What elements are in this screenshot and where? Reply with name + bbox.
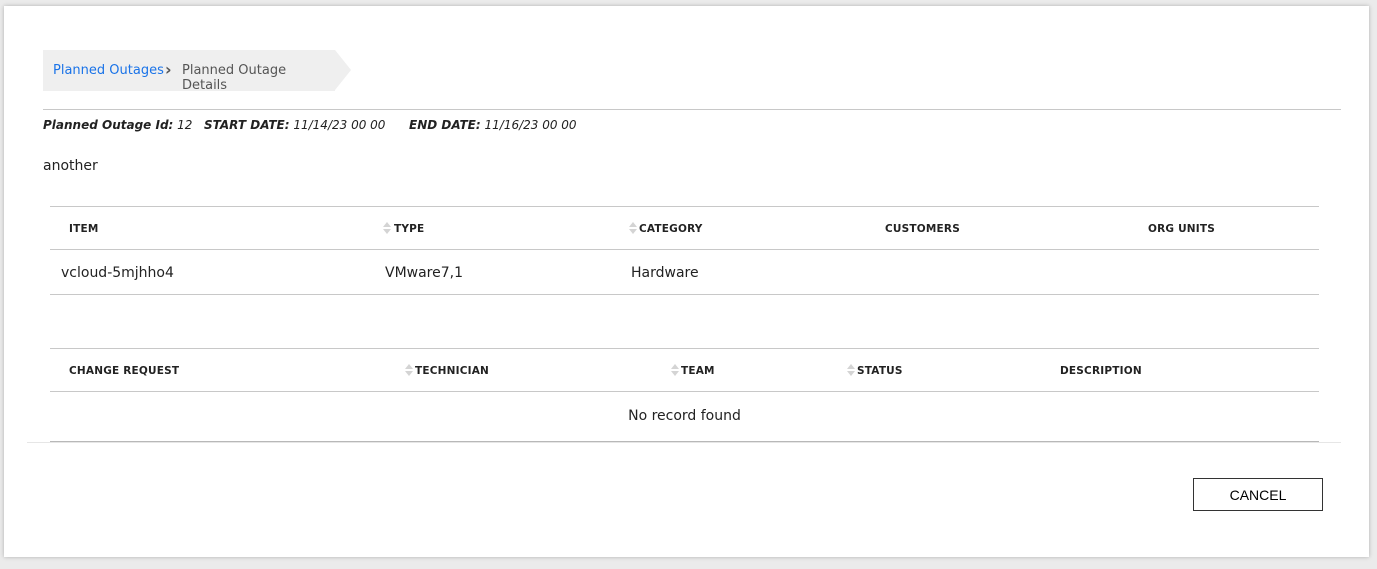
header-technician[interactable]: TECHNICIAN (415, 365, 489, 377)
cell-item: vcloud-5mjhho4 (61, 265, 174, 281)
outage-id: Planned Outage Id: 12 (43, 118, 192, 132)
breadcrumb: Planned Outages › Planned Outage Details (43, 50, 351, 93)
cell-category: Hardware (631, 265, 699, 281)
divider (43, 109, 1341, 110)
cell-type: VMware7,1 (385, 265, 464, 281)
breadcrumb-planned-outages-link[interactable]: Planned Outages (53, 63, 164, 78)
sort-icon[interactable] (383, 222, 391, 236)
items-table: ITEM TYPE CATEGORY CUSTOMERS ORG UNITS v… (50, 206, 1319, 296)
sort-icon[interactable] (671, 364, 679, 378)
header-description: DESCRIPTION (1060, 365, 1142, 377)
cancel-button[interactable]: CANCEL (1193, 478, 1323, 511)
breadcrumb-current: Planned Outage Details (182, 63, 287, 93)
start-date-value: 11/14/23 00 00 (293, 118, 386, 132)
chevron-right-icon: › (165, 60, 172, 79)
planned-outage-details-card: Planned Outages › Planned Outage Details… (4, 6, 1369, 557)
header-status[interactable]: STATUS (857, 365, 903, 377)
end-date-label: END DATE: (409, 118, 481, 132)
header-customers: CUSTOMERS (885, 223, 960, 235)
outage-description: another (43, 158, 98, 174)
header-org-units: ORG UNITS (1148, 223, 1216, 235)
outage-id-value: 12 (177, 118, 193, 132)
start-date: START DATE: 11/14/23 00 00 (204, 118, 385, 132)
sort-icon[interactable] (405, 364, 413, 378)
sort-icon[interactable] (847, 364, 855, 378)
header-type[interactable]: TYPE (394, 223, 424, 235)
outage-id-label: Planned Outage Id: (43, 118, 174, 132)
sort-icon[interactable] (629, 222, 637, 236)
start-date-label: START DATE: (204, 118, 290, 132)
change-requests-table: CHANGE REQUEST TECHNICIAN TEAM STATUS DE… (50, 348, 1319, 442)
end-date: END DATE: 11/16/23 00 00 (409, 118, 577, 132)
header-change-request[interactable]: CHANGE REQUEST (69, 365, 179, 377)
empty-message: No record found (628, 408, 741, 424)
header-team[interactable]: TEAM (681, 365, 715, 377)
footer-divider (27, 442, 1341, 443)
header-item[interactable]: ITEM (69, 223, 99, 235)
header-category[interactable]: CATEGORY (639, 223, 703, 235)
end-date-value: 11/16/23 00 00 (484, 118, 577, 132)
